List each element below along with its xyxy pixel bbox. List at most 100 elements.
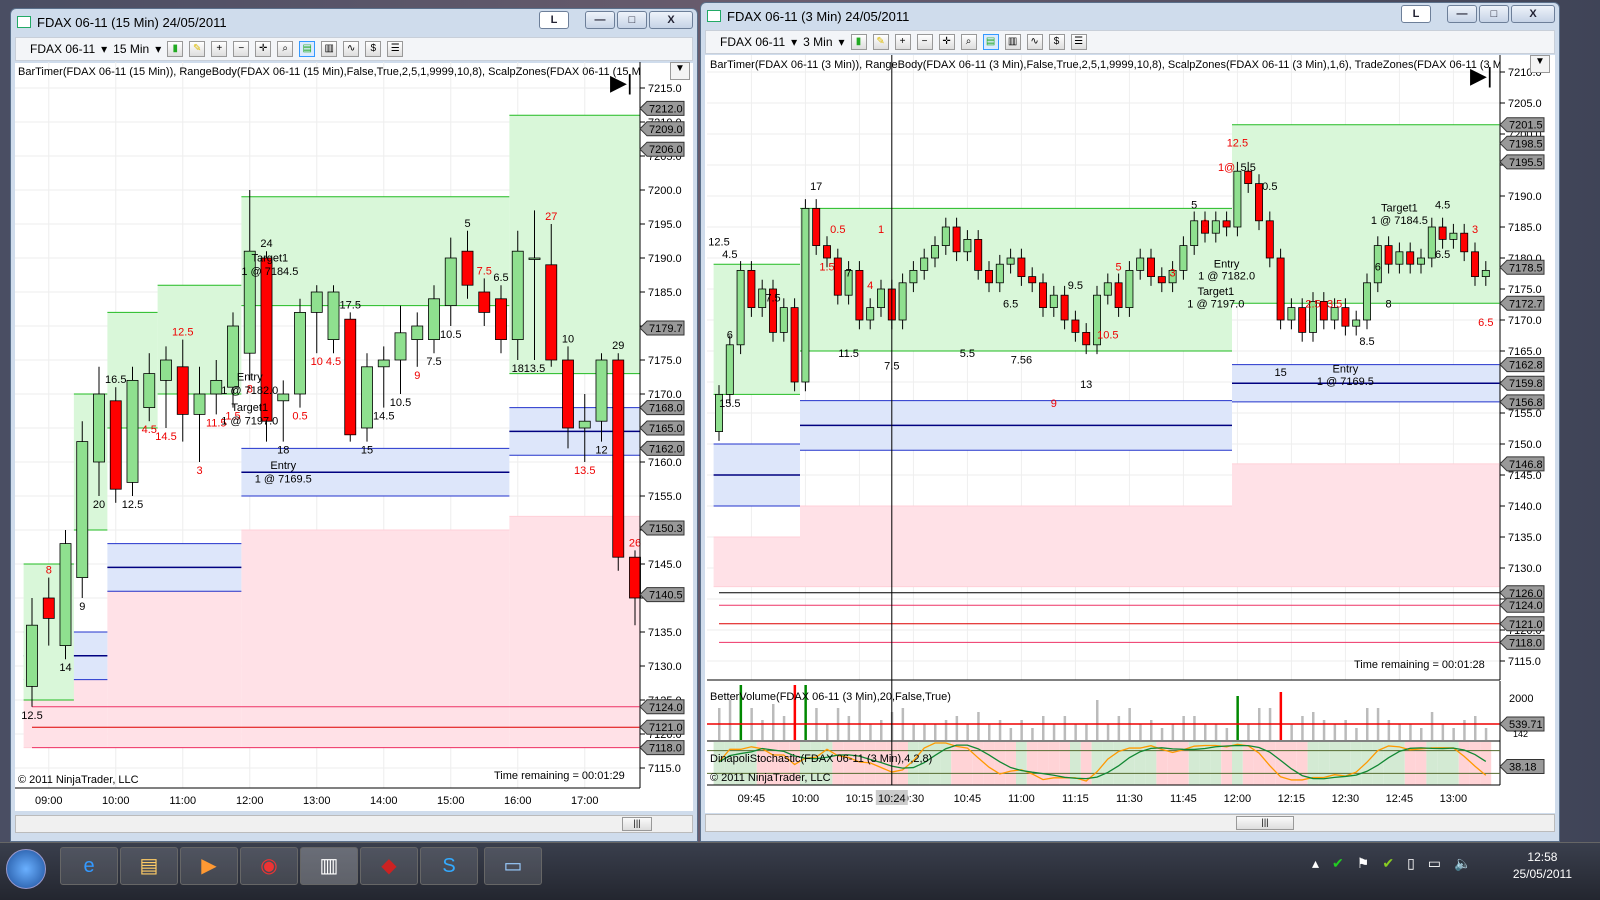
range-label: 10.5: [1097, 330, 1118, 342]
price-tick-label: 7155.0: [1508, 408, 1542, 420]
crosshair-icon[interactable]: ✛: [938, 34, 955, 50]
taskbar: e ▤ ▶ ◉ ▥ ◆ S ▭ ▴ ✔ ⚑ ✔ ▯ ▭ 🔈 12:58 25/05/2011: [0, 842, 1600, 900]
candle: [59, 543, 72, 647]
order-label: 1 @ 7197.0: [1187, 299, 1244, 311]
candle: [985, 269, 993, 284]
instrument-selector[interactable]: FDAX 06-11: [720, 35, 785, 49]
close-button[interactable]: X: [649, 11, 693, 29]
strategies-icon[interactable]: ∿: [343, 41, 360, 57]
link-button[interactable]: L: [1401, 5, 1431, 23]
time-label: 10:00: [102, 795, 130, 807]
range-label: 4.5: [1435, 199, 1450, 211]
range-label: 26: [629, 537, 641, 549]
pencil-icon[interactable]: ✎: [872, 34, 889, 50]
link-button[interactable]: L: [539, 11, 569, 29]
stochastic-background: [1210, 742, 1222, 785]
candle: [176, 366, 189, 415]
bar-type-icon[interactable]: ▮: [850, 34, 867, 50]
app-icon[interactable]: ◆: [360, 847, 418, 885]
skype-icon[interactable]: S: [420, 847, 478, 885]
file-explorer-icon[interactable]: ▤: [120, 847, 178, 885]
zoom-in-icon[interactable]: +: [894, 34, 911, 50]
magnifier-icon[interactable]: ⌕: [960, 34, 977, 50]
range-label: 12.5: [21, 710, 42, 722]
horizontal-scrollbar[interactable]: |||: [15, 815, 693, 833]
indicator-dropdown[interactable]: ▼: [670, 62, 690, 80]
crosshair-icon[interactable]: ✛: [255, 41, 272, 57]
strategies-icon[interactable]: ∿: [1026, 34, 1043, 50]
time-label: 11:00: [169, 795, 196, 807]
range-label: 4: [867, 280, 873, 292]
range-label: 8: [1386, 299, 1392, 311]
ninjatrader-icon[interactable]: ▥: [300, 847, 358, 885]
candle: [428, 298, 440, 341]
chevron-down-icon[interactable]: ▾: [101, 42, 107, 56]
chrome-icon[interactable]: ◉: [240, 847, 298, 885]
stochastic-background: [1340, 742, 1351, 785]
flag-icon[interactable]: ⚑: [1357, 855, 1370, 872]
candle: [1017, 257, 1026, 278]
candle: [1298, 307, 1307, 333]
minimize-button[interactable]: —: [1447, 5, 1477, 23]
bar-type-icon[interactable]: ▮: [167, 41, 184, 57]
clock-time: 12:58: [1527, 850, 1558, 864]
properties-icon[interactable]: ☰: [387, 41, 404, 57]
skype-status-icon[interactable]: ✔: [1382, 855, 1394, 872]
range-label: 27: [545, 211, 557, 223]
volume-icon[interactable]: 🔈: [1454, 855, 1471, 872]
interval-selector[interactable]: 15 Min: [113, 42, 149, 56]
window-icon[interactable]: ▭: [484, 847, 542, 885]
time-label: 12:45: [1386, 793, 1414, 805]
indicators-icon[interactable]: ▥: [1004, 34, 1021, 50]
close-button[interactable]: X: [1511, 5, 1555, 23]
volume-bar: [912, 724, 915, 740]
minimize-button[interactable]: —: [585, 11, 615, 29]
chevron-down-icon[interactable]: ▾: [839, 35, 845, 49]
volume-bar: [1063, 716, 1067, 740]
chevron-down-icon[interactable]: ▾: [155, 42, 161, 56]
title-bar[interactable]: FDAX 06-11 (15 Min) 24/05/2011 L — □ X: [11, 9, 697, 35]
magnifier-icon[interactable]: ⌕: [277, 41, 294, 57]
volume-bar: [1301, 716, 1304, 740]
clock[interactable]: 12:58 25/05/2011: [1513, 849, 1572, 883]
volume-bar: [1052, 724, 1056, 740]
power-icon[interactable]: ▯: [1407, 855, 1415, 872]
start-button[interactable]: [6, 849, 46, 889]
zoom-in-icon[interactable]: +: [211, 41, 228, 57]
show-hidden-icons-icon[interactable]: ▴: [1312, 855, 1319, 872]
network-icon[interactable]: ▭: [1428, 855, 1441, 872]
interval-selector[interactable]: 3 Min: [803, 35, 832, 49]
price-marker-label: 7140.5: [649, 590, 683, 602]
internet-explorer-icon[interactable]: e: [60, 847, 118, 885]
chevron-down-icon[interactable]: ▾: [791, 35, 797, 49]
chart-trader-icon[interactable]: ▤: [299, 41, 316, 57]
indicator-dropdown[interactable]: ▼: [1530, 55, 1550, 73]
candle: [126, 379, 139, 483]
price-chart-15min[interactable]: 12.581492016.512.54.514.512.5311.51.5824…: [15, 62, 692, 812]
indicators-icon[interactable]: ▥: [321, 41, 338, 57]
price-tick-label: 7140.0: [1508, 501, 1542, 513]
stochastic-background: [1264, 742, 1276, 785]
zoom-out-icon[interactable]: −: [916, 34, 933, 50]
dollar-icon[interactable]: $: [1048, 34, 1065, 50]
stochastic-background: [1232, 742, 1243, 785]
candle: [747, 269, 756, 308]
zoom-out-icon[interactable]: −: [233, 41, 250, 57]
maximize-button[interactable]: □: [617, 11, 647, 29]
title-bar[interactable]: FDAX 06-11 (3 Min) 24/05/2011 L — □ X: [701, 3, 1559, 29]
maximize-button[interactable]: □: [1479, 5, 1509, 23]
pencil-icon[interactable]: ✎: [189, 41, 206, 57]
security-icon[interactable]: ✔: [1332, 855, 1344, 872]
media-player-icon[interactable]: ▶: [180, 847, 238, 885]
candle: [1449, 232, 1458, 240]
horizontal-scrollbar[interactable]: |||: [705, 814, 1555, 832]
candle: [310, 291, 323, 313]
time-remaining: Time remaining = 00:01:29: [494, 770, 625, 782]
dollar-icon[interactable]: $: [365, 41, 382, 57]
candle: [801, 207, 810, 383]
properties-icon[interactable]: ☰: [1070, 34, 1087, 50]
price-tick-label: 7145.0: [648, 559, 682, 571]
volume-bar: [1139, 724, 1142, 740]
instrument-selector[interactable]: FDAX 06-11: [30, 42, 95, 56]
chart-trader-icon[interactable]: ▤: [982, 34, 999, 50]
